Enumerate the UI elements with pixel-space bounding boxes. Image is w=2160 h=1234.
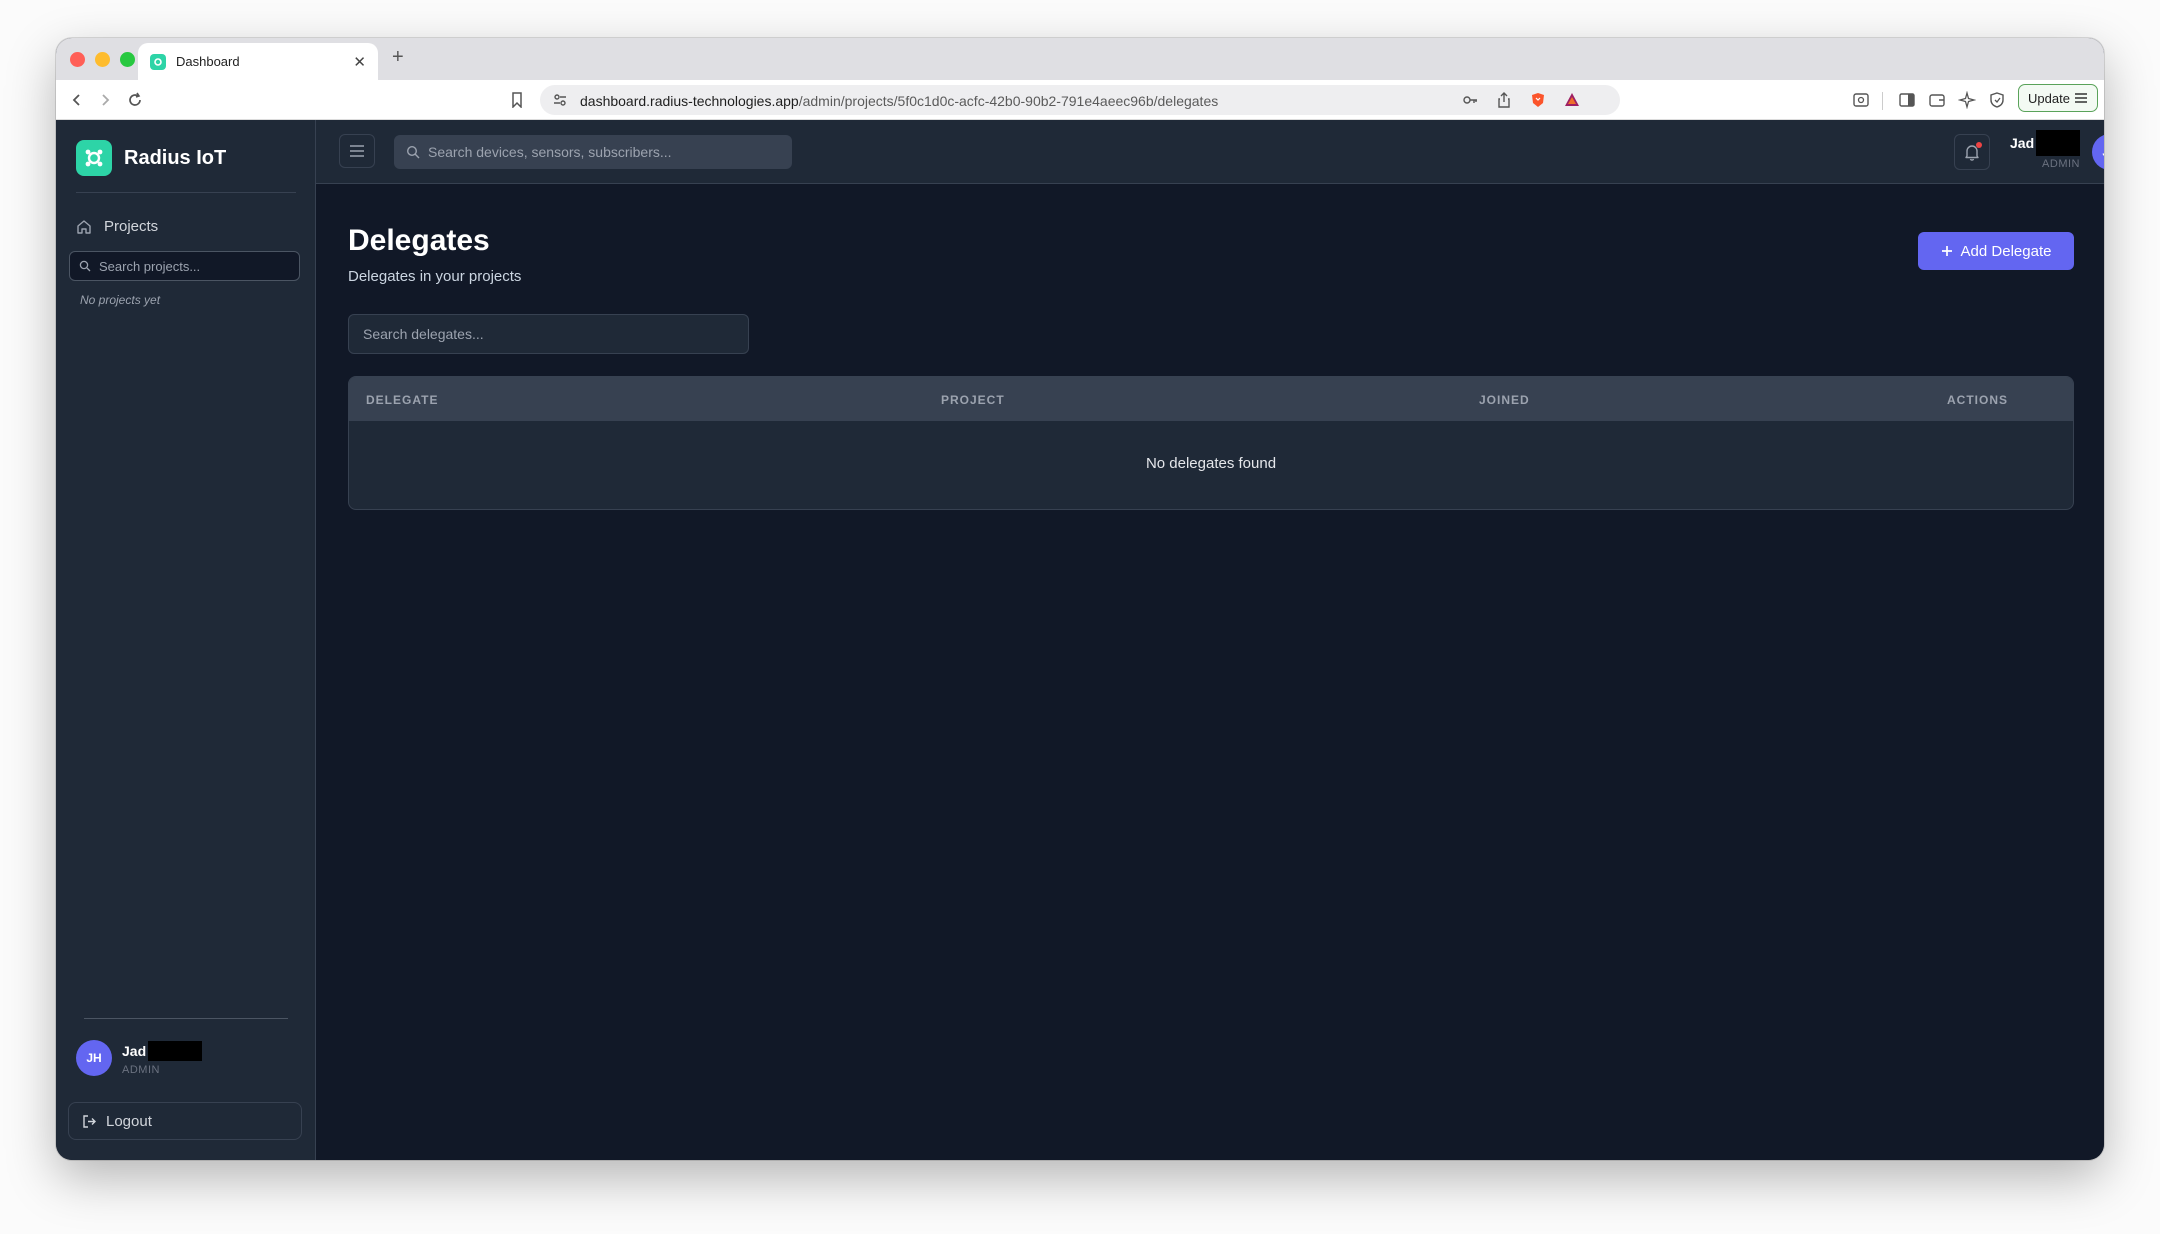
- avatar[interactable]: JH: [2092, 134, 2104, 170]
- user-name: Jad: [2010, 130, 2080, 156]
- url-path: /admin/projects/5f0c1d0c-acfc-42b0-90b2-…: [798, 93, 1219, 109]
- notifications-button[interactable]: [1954, 134, 1990, 170]
- delegate-search-field[interactable]: [348, 314, 749, 354]
- table-header: DELEGATE PROJECT JOINED ACTIONS: [349, 377, 2073, 421]
- global-search-input[interactable]: [428, 144, 778, 160]
- browser-tab-bar: Dashboard ✕ +: [56, 38, 2104, 80]
- add-delegate-button[interactable]: Add Delegate: [1918, 232, 2074, 270]
- vpn-shield-icon[interactable]: [1988, 91, 2006, 109]
- app: Radius IoT Projects No projects yet JH J…: [56, 120, 2104, 1160]
- key-icon[interactable]: [1462, 92, 1478, 108]
- logout-label: Logout: [106, 1112, 152, 1130]
- share-icon[interactable]: [1496, 92, 1512, 108]
- sidebar: Radius IoT Projects No projects yet JH J…: [56, 120, 316, 1160]
- logout-icon: [83, 1114, 96, 1128]
- menu-toggle-button[interactable]: [339, 134, 375, 168]
- global-search-field[interactable]: [394, 135, 792, 169]
- table-empty-text: No delegates found: [1145, 455, 1277, 472]
- page-subtitle: Delegates in your projects: [348, 268, 522, 285]
- brave-shields-icon[interactable]: [1530, 92, 1546, 108]
- reload-icon[interactable]: [124, 89, 146, 111]
- user-name-text: Jad: [122, 1042, 147, 1059]
- projects-empty-text: No projects yet: [80, 293, 161, 307]
- leo-ai-icon[interactable]: [1957, 90, 1977, 110]
- column-header-joined: JOINED: [1479, 393, 1530, 407]
- url-text: dashboard.radius-technologies.app/admin/…: [580, 93, 1218, 109]
- sidebar-item-label: Projects: [104, 218, 159, 235]
- sidebar-user: JH Jad ADMIN: [76, 1040, 203, 1076]
- brand[interactable]: Radius IoT: [76, 140, 226, 176]
- browser-toolbar: dashboard.radius-technologies.app/admin/…: [56, 80, 2104, 120]
- delegates-table: DELEGATE PROJECT JOINED ACTIONS No deleg…: [348, 376, 2074, 510]
- toolbar-divider: [1882, 92, 1883, 110]
- avatar: JH: [76, 1040, 112, 1076]
- divider: [84, 1018, 288, 1019]
- brand-name: Radius IoT: [124, 146, 227, 169]
- close-window-button[interactable]: [70, 52, 85, 67]
- radius-logo-icon: [76, 140, 112, 176]
- new-tab-icon[interactable]: +: [392, 46, 404, 69]
- redaction-box: [2036, 130, 2080, 156]
- minimize-window-button[interactable]: [95, 52, 110, 67]
- user-role: ADMIN: [122, 1063, 160, 1076]
- notification-dot: [1976, 142, 1982, 148]
- user-name-text: Jad: [2010, 135, 2035, 151]
- add-delegate-label: Add Delegate: [1960, 242, 2052, 260]
- plus-icon: [1941, 246, 1952, 256]
- user-role: ADMIN: [2042, 158, 2080, 170]
- forward-icon[interactable]: [94, 89, 116, 111]
- sidebar-item-projects[interactable]: Projects: [76, 218, 158, 235]
- top-header: Jad ADMIN JH: [316, 120, 2104, 184]
- reader-mode-icon[interactable]: [1852, 91, 1870, 109]
- user-name: Jad: [122, 1040, 203, 1061]
- home-icon: [77, 219, 91, 234]
- brave-rewards-icon[interactable]: [1564, 92, 1580, 108]
- column-header-delegate: DELEGATE: [366, 393, 439, 407]
- delegate-search-input[interactable]: [363, 315, 734, 353]
- search-icon: [79, 260, 91, 272]
- address-bar[interactable]: dashboard.radius-technologies.app/admin/…: [540, 85, 1620, 115]
- hamburger-menu-icon: [2074, 93, 2087, 103]
- site-settings-icon[interactable]: [552, 92, 568, 108]
- redaction-box: [148, 1040, 203, 1061]
- tab-title: Dashboard: [176, 54, 240, 69]
- bookmark-icon[interactable]: [506, 89, 528, 111]
- main-content: Delegates Delegates in your projects Add…: [316, 184, 2104, 1160]
- page-title: Delegates: [348, 224, 490, 257]
- window-controls: [70, 52, 135, 67]
- url-host: dashboard.radius-technologies.app: [580, 93, 799, 109]
- update-label: Update: [2028, 90, 2070, 106]
- search-icon: [406, 145, 420, 159]
- hamburger-icon: [350, 145, 364, 157]
- sidebar-toggle-icon[interactable]: [1898, 91, 1916, 109]
- column-header-actions: ACTIONS: [1947, 393, 2008, 407]
- update-button[interactable]: Update: [2018, 84, 2098, 112]
- back-icon[interactable]: [66, 89, 88, 111]
- divider: [76, 192, 296, 193]
- maximize-window-button[interactable]: [120, 52, 135, 67]
- project-search-input[interactable]: [99, 258, 289, 274]
- browser-tab[interactable]: Dashboard ✕: [138, 43, 378, 80]
- header-user[interactable]: Jad ADMIN: [2010, 130, 2080, 170]
- browser-window: Dashboard ✕ + dashboard.radius-technolog…: [56, 38, 2104, 1160]
- logout-button[interactable]: Logout: [68, 1102, 302, 1140]
- tab-close-icon[interactable]: ✕: [353, 53, 366, 71]
- project-search-field[interactable]: [69, 251, 300, 281]
- wallet-icon[interactable]: [1928, 91, 1946, 109]
- favicon-icon: [150, 53, 166, 70]
- column-header-project: PROJECT: [941, 393, 1005, 407]
